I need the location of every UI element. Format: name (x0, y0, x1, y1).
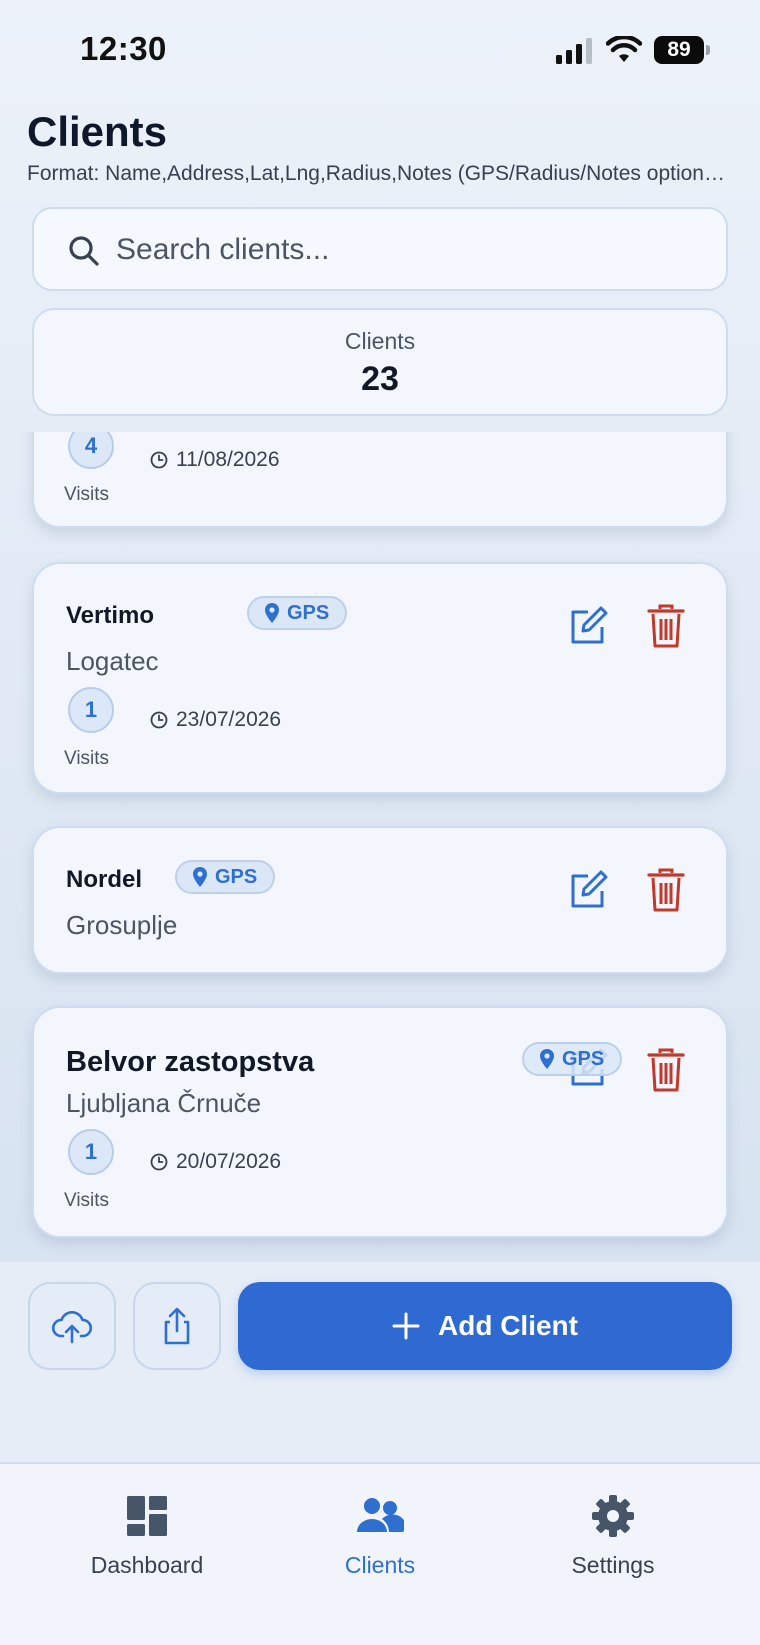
import-format-hint: Format: Name,Address,Lat,Lng,Radius,Note… (27, 162, 727, 185)
last-visit-date: 11/08/2026 (150, 448, 280, 472)
cloud-upload-icon (52, 1311, 92, 1344)
add-client-button[interactable]: Add Client (238, 1282, 732, 1370)
last-visit-date: 20/07/2026 (150, 1150, 281, 1174)
visit-count-badge: 4 (68, 432, 114, 469)
last-visit-date: 23/07/2026 (150, 708, 281, 732)
clock-icon (150, 711, 168, 729)
client-card[interactable]: Vertimo GPS Logatec 1 Visits 23/07/2026 (32, 562, 728, 794)
tab-settings-label: Settings (571, 1552, 655, 1578)
share-button[interactable] (133, 1282, 221, 1370)
location-pin-icon (540, 1049, 554, 1069)
search-input[interactable] (116, 223, 706, 277)
battery-level: 89 (654, 36, 704, 64)
client-card[interactable]: Nordel GPS Grosuplje (32, 826, 728, 974)
clients-screen: 12:30 89 Clients Format: Name,Address,La… (0, 0, 760, 1645)
tab-settings[interactable]: Settings (513, 1494, 713, 1579)
trash-icon[interactable] (647, 604, 685, 648)
visits-label: Visits (64, 484, 110, 505)
visits-label: Visits (64, 748, 110, 769)
gps-badge-label: GPS (562, 1047, 605, 1070)
page-title: Clients (27, 108, 168, 155)
share-icon (164, 1307, 190, 1345)
gps-badge: GPS (247, 596, 348, 630)
clock-icon (150, 1153, 168, 1171)
plus-icon (392, 1312, 420, 1340)
last-visit-text: 20/07/2026 (176, 1150, 282, 1173)
client-city: Ljubljana Črnuče (66, 1088, 262, 1118)
client-card[interactable]: 4 Visits 11/08/2026 (32, 432, 728, 528)
client-count-value: 23 (361, 360, 399, 398)
status-time: 12:30 (80, 30, 167, 67)
battery-indicator: 89 (654, 36, 710, 64)
clients-icon (357, 1498, 404, 1532)
edit-icon[interactable] (568, 606, 608, 646)
tab-clients[interactable]: Clients (280, 1494, 480, 1579)
tab-dashboard[interactable]: Dashboard (47, 1494, 247, 1579)
cellular-signal-icon (556, 38, 592, 64)
visit-count-badge: 1 (68, 687, 114, 733)
edit-icon[interactable] (568, 870, 608, 910)
gps-badge: GPS (522, 1042, 623, 1076)
search-icon (69, 236, 99, 266)
search-box[interactable] (32, 207, 728, 291)
client-city: Grosuplje (66, 910, 178, 940)
client-list[interactable]: 4 Visits 11/08/2026 Vertimo GPS Logatec (0, 432, 760, 1262)
tab-bar: Dashboard Clients Settings (0, 1462, 760, 1645)
wifi-icon (606, 36, 642, 62)
action-bar: Add Client (0, 1262, 760, 1462)
client-city: Logatec (66, 646, 159, 676)
gear-icon (592, 1495, 634, 1537)
gps-badge-label: GPS (287, 601, 330, 624)
client-count-card: Clients 23 (32, 308, 728, 416)
location-pin-icon (265, 603, 279, 623)
status-bar: 12:30 89 (0, 0, 760, 100)
battery-cap (706, 45, 710, 55)
add-client-label: Add Client (438, 1310, 578, 1341)
client-name: Vertimo (66, 602, 155, 629)
gps-badge-label: GPS (215, 865, 258, 888)
tab-dashboard-label: Dashboard (90, 1552, 204, 1578)
client-name: Belvor zastopstva (66, 1046, 315, 1078)
dashboard-icon (127, 1496, 167, 1536)
client-card[interactable]: Belvor zastopstva Ljubljana Črnuče GPS 1… (32, 1006, 728, 1238)
gps-badge: GPS (175, 860, 276, 894)
cloud-upload-button[interactable] (28, 1282, 116, 1370)
visits-label: Visits (64, 1190, 110, 1211)
location-pin-icon (193, 867, 207, 887)
trash-icon[interactable] (647, 1048, 685, 1092)
last-visit-text: 23/07/2026 (176, 708, 282, 731)
trash-icon[interactable] (647, 868, 685, 912)
client-count-label: Clients (344, 328, 416, 354)
visit-count-badge: 1 (68, 1129, 114, 1175)
tab-clients-label: Clients (344, 1552, 416, 1578)
last-visit-text: 11/08/2026 (176, 448, 280, 471)
client-name: Nordel (66, 866, 143, 893)
clock-icon (150, 451, 168, 469)
